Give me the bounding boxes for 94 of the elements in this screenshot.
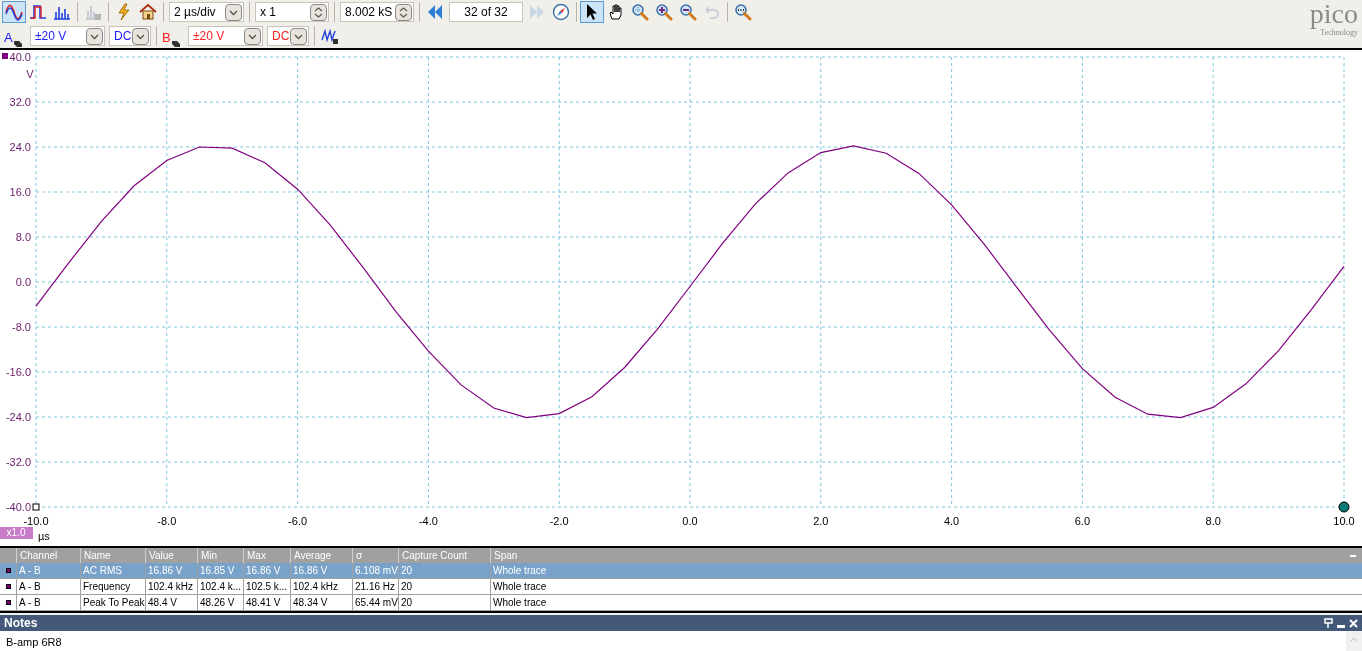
table-cell: 20 (398, 579, 490, 594)
logo: pico Technology (1308, 0, 1359, 39)
y-axis-label: 16.0 (9, 186, 31, 198)
table-cell: Peak To Peak (80, 595, 145, 610)
compass-icon (552, 3, 570, 21)
notes-field[interactable]: B-amp 6R8 (0, 631, 1362, 651)
dropdown[interactable]: DC (109, 26, 151, 46)
scrollbar[interactable] (1346, 631, 1362, 651)
table-cell: 102.4 kHz (290, 579, 352, 594)
rewind-icon (426, 3, 444, 21)
table-cell: 48.26 V (197, 595, 243, 610)
lightning-icon (115, 3, 133, 21)
table-cell: AC RMS (80, 563, 145, 578)
y-axis-label: -32.0 (5, 456, 31, 468)
table-cell: 6.108 mV (352, 563, 398, 578)
x-axis-label: -2.0 (549, 515, 569, 527)
table-cell: 16.86 V (290, 563, 352, 578)
x-axis-label: -10.0 (23, 515, 49, 527)
hand-icon (607, 3, 625, 21)
waveform-icon (321, 27, 339, 45)
x-axis-label: -4.0 (418, 515, 438, 527)
y-axis-label: -40.0 (5, 501, 31, 513)
dropdown[interactable]: ±20 V (188, 26, 263, 46)
table-cell: 48.34 V (290, 595, 352, 610)
zoom-badge: x1.0 (0, 527, 33, 539)
channel-button[interactable]: B (160, 25, 186, 47)
pin-icon[interactable] (1324, 618, 1333, 628)
table-cell: A - B (16, 563, 80, 578)
zoom-out-icon (679, 3, 697, 21)
pulse-icon (29, 3, 47, 21)
table-cell: 20 (398, 563, 490, 578)
row-marker-icon (5, 584, 11, 589)
table-cell: 21.16 Hz (352, 579, 398, 594)
table-cell: A - B (16, 595, 80, 610)
toolbar-button[interactable] (580, 1, 604, 23)
sine-wave-icon (5, 3, 23, 21)
dropdown[interactable]: ±20 V (30, 26, 105, 46)
y-axis-label: -8.0 (12, 321, 31, 333)
table-cell: 102.5 k... (243, 579, 290, 594)
x-axis-label: 4.0 (943, 515, 960, 527)
spinner-field[interactable]: 8.002 kS (340, 2, 414, 22)
y-axis-label: 8.0 (15, 231, 31, 243)
table-cell: Whole trace (490, 563, 1362, 578)
dropdown[interactable]: 2 µs/div (169, 2, 244, 22)
fast-forward-icon (528, 3, 546, 21)
y-axis-label: 24.0 (9, 141, 31, 153)
table-cell: 20 (398, 595, 490, 610)
x-axis-label: 0.0 (682, 515, 698, 527)
home-icon (139, 3, 157, 21)
y-unit-label: V (26, 68, 34, 80)
table-cell: 48.4 V (145, 595, 197, 610)
x-axis-label: -6.0 (288, 515, 308, 527)
row-marker-icon (5, 568, 11, 573)
y-axis-label: 0.0 (15, 276, 31, 288)
table-cell: 16.86 V (243, 563, 290, 578)
x-axis-label: 6.0 (1074, 515, 1091, 527)
zoom-overview-icon (734, 3, 752, 21)
ruler-handle[interactable] (1338, 501, 1350, 513)
y-axis-label: 32.0 (9, 96, 31, 108)
measurement-row[interactable]: A - B Peak To Peak 48.4 V 48.26 V 48.41 V 48.34 V 65.44 mV 20 Whole trace (0, 595, 1362, 611)
trigger-marker[interactable] (32, 503, 40, 511)
y-axis-label: -24.0 (5, 411, 31, 423)
spinner-field[interactable]: x 1 (255, 2, 329, 22)
table-cell: 65.44 mV (352, 595, 398, 610)
table-cell: Whole trace (490, 579, 1362, 594)
table-cell: 16.86 V (145, 563, 197, 578)
channel-button[interactable]: A (2, 25, 28, 47)
measurement-row[interactable]: A - B AC RMS 16.86 V 16.85 V 16.86 V 16.86 V 6.108 mV 20 Whole trace (0, 563, 1362, 579)
y-axis-label: 40.0 (9, 51, 31, 63)
zoom-in-icon (655, 3, 673, 21)
table-cell: 48.41 V (243, 595, 290, 610)
zoom-fit-icon (631, 3, 649, 21)
table-cell: 102.4 kHz (145, 579, 197, 594)
table-cell: Whole trace (490, 595, 1362, 610)
bar-chart-icon (84, 3, 102, 21)
channel-marker[interactable] (2, 53, 8, 59)
x-unit-label: µs (38, 530, 50, 542)
table-cell: Frequency (80, 579, 145, 594)
table-cell: 16.85 V (197, 563, 243, 578)
measurement-row[interactable]: A - B Frequency 102.4 kHz 102.4 k... 102.5 k... 102.4 kHz 21.16 Hz 20 Whole trace (0, 579, 1362, 595)
close-icon[interactable] (1349, 618, 1358, 628)
x-axis-label: -8.0 (157, 515, 177, 527)
notes-title: Notes (4, 615, 38, 632)
x-axis-label: 8.0 (1205, 515, 1221, 527)
spinner-arrows-icon[interactable] (395, 3, 412, 21)
spinner-arrows-icon[interactable] (310, 3, 327, 21)
y-axis-label: -16.0 (5, 366, 31, 378)
x-axis-label: 2.0 (813, 515, 829, 527)
dropdown[interactable]: DC (267, 26, 309, 46)
table-cell: A - B (16, 579, 80, 594)
buffer-field[interactable]: 32 of 32 (449, 2, 523, 22)
x-axis-label: 10.0 (1333, 515, 1355, 527)
table-cell: 102.4 k... (197, 579, 243, 594)
row-marker-icon (5, 600, 11, 605)
